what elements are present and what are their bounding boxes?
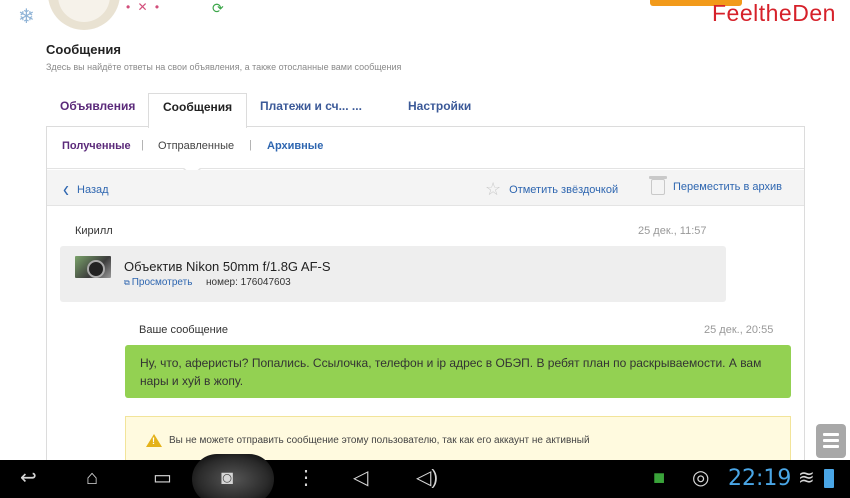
nav-recent-icon[interactable]: ▭ <box>153 468 172 488</box>
nav-back-icon[interactable]: ↩ <box>20 468 37 488</box>
subtab-separator: | <box>249 139 252 151</box>
sender-name: Кирилл <box>75 225 113 237</box>
back-button[interactable]: ‹ Назад <box>63 175 109 202</box>
subtab-received[interactable]: Полученные <box>62 140 131 152</box>
star-icon: ☆ <box>485 179 502 199</box>
menu-icon[interactable]: ⋮ <box>296 468 316 488</box>
warning-text: Вы не можете отправить сообщение этому п… <box>169 435 590 446</box>
subtab-separator: | <box>141 139 144 151</box>
camera-icon[interactable]: ◎ <box>692 468 709 488</box>
reply-label: Ваше сообщение <box>139 324 228 336</box>
volume-down-icon[interactable]: ◁ <box>353 468 368 488</box>
warning-icon <box>146 434 162 447</box>
page-title: Сообщения <box>46 42 121 57</box>
archive-label: Переместить в архив <box>673 181 782 193</box>
decoration-dots: • ✕ • <box>126 0 162 14</box>
watermark: FeeltheDen <box>712 0 836 26</box>
trash-icon <box>649 176 667 195</box>
ad-view-link[interactable]: ⧉ Просмотреть <box>124 277 192 288</box>
battery-icon <box>824 469 834 488</box>
reply-bubble: Ну, что, аферисты? Попались. Ссылочка, т… <box>125 345 791 398</box>
tab-settings[interactable]: Настройки <box>394 93 485 127</box>
android-navigation-bar: ↩ ⌂ ▭ ◙ ⋮ ◁ ◁) ■ ◎ 22:19 ≋ <box>0 454 850 498</box>
tab-messages[interactable]: Сообщения <box>148 93 248 128</box>
decoration-swirl: ⟳ <box>212 0 224 16</box>
tab-payments[interactable]: Платежи и сч... ... <box>246 93 376 127</box>
nav-home-icon[interactable]: ⌂ <box>86 468 98 488</box>
site-logo[interactable] <box>48 0 120 30</box>
ad-thumbnail[interactable] <box>75 256 111 278</box>
message-action-bar: ‹ Назад ☆ Отметить звёздочкой Переместит… <box>47 170 804 206</box>
ad-card: Объектив Nikon 50mm f/1.8G AF-S ⧉ Просмот… <box>60 246 726 302</box>
scroll-handle-line <box>823 433 839 436</box>
ad-view-label: Просмотреть <box>131 277 193 288</box>
scroll-handle[interactable] <box>816 424 846 458</box>
star-button[interactable]: ☆ Отметить звёздочкой <box>485 179 618 200</box>
back-label: Назад <box>77 183 109 196</box>
external-link-icon: ⧉ <box>124 278 130 287</box>
app-icon[interactable]: ■ <box>653 468 665 488</box>
screenshot-icon[interactable]: ◙ <box>221 468 233 488</box>
star-label: Отметить звёздочкой <box>509 183 619 196</box>
ad-number: номер: 176047603 <box>206 277 291 288</box>
back-chevron-icon: ‹ <box>63 175 69 202</box>
page-subtitle: Здесь вы найдёте ответы на свои объявлен… <box>46 62 402 72</box>
wifi-icon: ≋ <box>798 467 815 489</box>
tab-ads[interactable]: Объявления <box>46 93 149 127</box>
message-timestamp: 25 дек., 11:57 <box>638 225 707 237</box>
ad-title[interactable]: Объектив Nikon 50mm f/1.8G AF-S <box>124 259 331 274</box>
scroll-handle-line <box>823 445 839 448</box>
status-clock: 22:19 <box>728 466 792 491</box>
reply-timestamp: 25 дек., 20:55 <box>704 324 774 336</box>
message-subtabs: Полученные | Отправленные | Архивные <box>47 127 804 169</box>
subtab-archive[interactable]: Архивные <box>267 140 323 152</box>
main-tabs: Объявления Сообщения Платежи и сч... ...… <box>46 93 806 128</box>
volume-up-icon[interactable]: ◁) <box>416 468 438 488</box>
scroll-handle-line <box>823 439 839 442</box>
snowflake-icon: ❄ <box>18 6 35 28</box>
subtab-sent[interactable]: Отправленные <box>158 140 234 152</box>
archive-button[interactable]: Переместить в архив <box>649 176 782 195</box>
site-header: ❄ • ✕ • ⟳ FeeltheDen <box>0 0 850 34</box>
